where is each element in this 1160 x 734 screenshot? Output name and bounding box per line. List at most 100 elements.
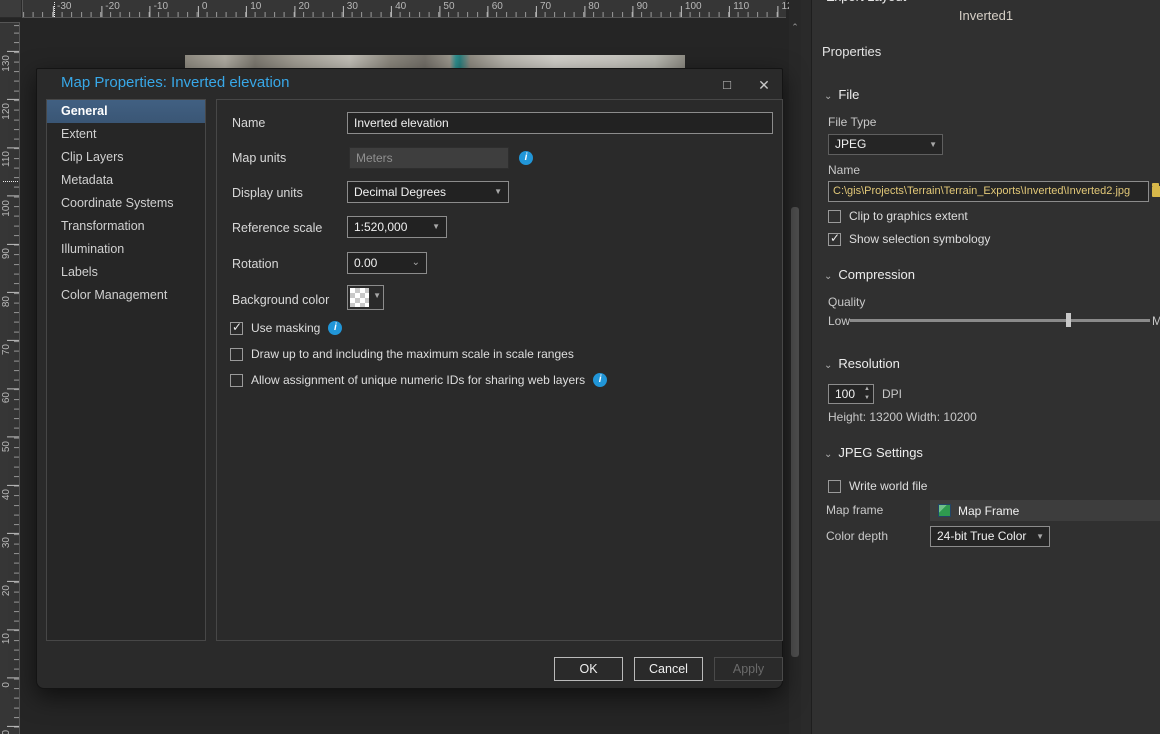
ruler-position-indicator [3,181,18,182]
quality-max-label: Max [1152,314,1160,328]
reference-scale-label: Reference scale [232,221,322,235]
sidebar-item-labels[interactable]: Labels [47,261,205,284]
quality-slider-thumb[interactable] [1066,313,1071,327]
show-selection-symbology-checkbox[interactable]: Show selection symbology [828,232,990,246]
checkbox-unchecked[interactable] [230,374,243,387]
jpeg-settings-section-header[interactable]: ⌄JPEG Settings [824,445,923,460]
cancel-button[interactable]: Cancel [634,657,703,681]
v-ruler-label: 110 [1,151,12,167]
v-ruler-label: 130 [1,55,12,72]
pane-title-clipped: Export Layout [812,0,1160,6]
v-ruler-label: 100 [1,200,12,217]
h-ruler-label: 100 [685,1,702,12]
h-ruler-label: 70 [540,1,551,12]
dpi-spinner[interactable]: 100 ▲▼ [828,384,874,404]
h-ruler-label: 90 [637,1,648,12]
sidebar-item-extent[interactable]: Extent [47,123,205,146]
chevron-down-icon: ⌄ [824,449,832,460]
info-icon[interactable]: i [328,321,342,335]
sidebar-item-illumination[interactable]: Illumination [47,238,205,261]
horizontal-ruler: -30-20-100102030405060708090100110120 [22,0,786,18]
ok-button[interactable]: OK [554,657,623,681]
sidebar-item-clip-layers[interactable]: Clip Layers [47,146,205,169]
h-ruler-label: 10 [250,1,261,12]
export-pane: Export Layout Inverted1 Properties ⌄File… [812,0,1160,734]
v-ruler-label: 30 [1,537,12,548]
dpi-label: DPI [882,387,902,401]
checkbox-checked[interactable] [828,233,841,246]
output-size-text: Height: 13200 Width: 10200 [828,410,977,424]
chevron-down-icon: ⌄ [824,360,832,371]
pane-separator [801,0,812,734]
info-icon[interactable]: i [519,151,533,165]
sidebar-item-general[interactable]: General [47,100,205,123]
file-section-header[interactable]: ⌄File [824,87,859,102]
display-units-dropdown[interactable]: Decimal Degrees ▼ [347,181,509,203]
chevron-down-icon: ▼ [373,291,381,300]
rotation-label: Rotation [232,257,279,271]
write-world-file-checkbox[interactable]: Write world file [828,479,927,493]
sidebar-item-coordinate-systems[interactable]: Coordinate Systems [47,192,205,215]
export-item-name: Inverted1 [812,8,1160,23]
v-ruler-label: 90 [1,248,12,259]
map-frame-dropdown[interactable]: Map Frame [930,500,1160,521]
maximize-icon[interactable]: □ [719,77,735,93]
properties-label: Properties [822,44,881,59]
background-color-label: Background color [232,293,329,307]
sidebar-item-transformation[interactable]: Transformation [47,215,205,238]
draw-up-to-max-scale-checkbox[interactable]: Draw up to and including the maximum sca… [230,347,574,361]
clip-to-graphics-extent-checkbox[interactable]: Clip to graphics extent [828,209,968,223]
allow-numeric-ids-checkbox[interactable]: Allow assignment of unique numeric IDs f… [230,373,607,387]
quality-slider-track[interactable] [850,319,1150,322]
ruler-corner [0,0,22,18]
scrollbar-thumb[interactable] [791,207,799,657]
compression-section-header[interactable]: ⌄Compression [824,267,915,282]
spinner-arrows-icon[interactable]: ▲▼ [864,385,870,403]
checkbox-unchecked[interactable] [230,348,243,361]
quality-label: Quality [828,295,865,309]
display-units-label: Display units [232,186,303,200]
h-ruler-label: 0 [202,1,208,12]
use-masking-checkbox[interactable]: Use masking i [230,321,342,335]
h-ruler-label: 60 [492,1,503,12]
checkbox-unchecked[interactable] [828,210,841,223]
rotation-combobox[interactable]: 0.00 ⌄ [347,252,427,274]
checkbox-unchecked[interactable] [828,480,841,493]
map-frame-icon [938,504,951,517]
v-ruler-label: -10 [1,730,12,734]
map-properties-dialog: Map Properties: Inverted elevation □ ✕ G… [36,68,783,689]
app-window: -30-20-100102030405060708090100110120 13… [0,0,1160,734]
vertical-ruler: 1301201101009080706050403020100-10 [0,22,20,734]
v-ruler-label: 60 [1,392,12,403]
h-ruler-label: 40 [395,1,406,12]
dialog-title: Map Properties: Inverted elevation [61,74,289,91]
sidebar-item-color-management[interactable]: Color Management [47,284,205,307]
v-ruler-label: 0 [1,682,12,688]
resolution-section-header[interactable]: ⌄Resolution [824,356,900,371]
layout-vertical-scrollbar[interactable]: ⌃ [789,0,801,734]
file-type-label: File Type [828,115,876,129]
reference-scale-combobox[interactable]: 1:520,000 ▼ [347,216,447,238]
quality-low-label: Low [828,314,850,328]
background-color-picker[interactable]: ▼ [347,285,384,310]
v-ruler-label: 20 [1,585,12,596]
chevron-down-icon: ▼ [432,217,440,237]
chevron-down-icon: ⌄ [412,253,420,273]
h-ruler-label: 80 [588,1,599,12]
scrollbar-up-arrow-icon[interactable]: ⌃ [790,22,800,33]
color-depth-dropdown[interactable]: 24-bit True Color ▼ [930,526,1050,547]
checkbox-checked[interactable] [230,322,243,335]
file-path-input[interactable]: C:\gis\Projects\Terrain\Terrain_Exports\… [828,181,1149,202]
info-icon[interactable]: i [593,373,607,387]
chevron-down-icon: ⌄ [824,91,832,102]
layout-map-preview-strip [185,55,685,68]
name-input[interactable]: Inverted elevation [347,112,773,134]
close-icon[interactable]: ✕ [756,77,772,93]
browse-folder-icon[interactable] [1152,186,1160,197]
map-units-input: Meters [349,147,509,169]
sidebar-item-metadata[interactable]: Metadata [47,169,205,192]
file-type-dropdown[interactable]: JPEG ▼ [828,134,943,155]
h-ruler-label: 30 [347,1,358,12]
v-ruler-label: 120 [1,103,12,120]
v-ruler-label: 80 [1,296,12,307]
